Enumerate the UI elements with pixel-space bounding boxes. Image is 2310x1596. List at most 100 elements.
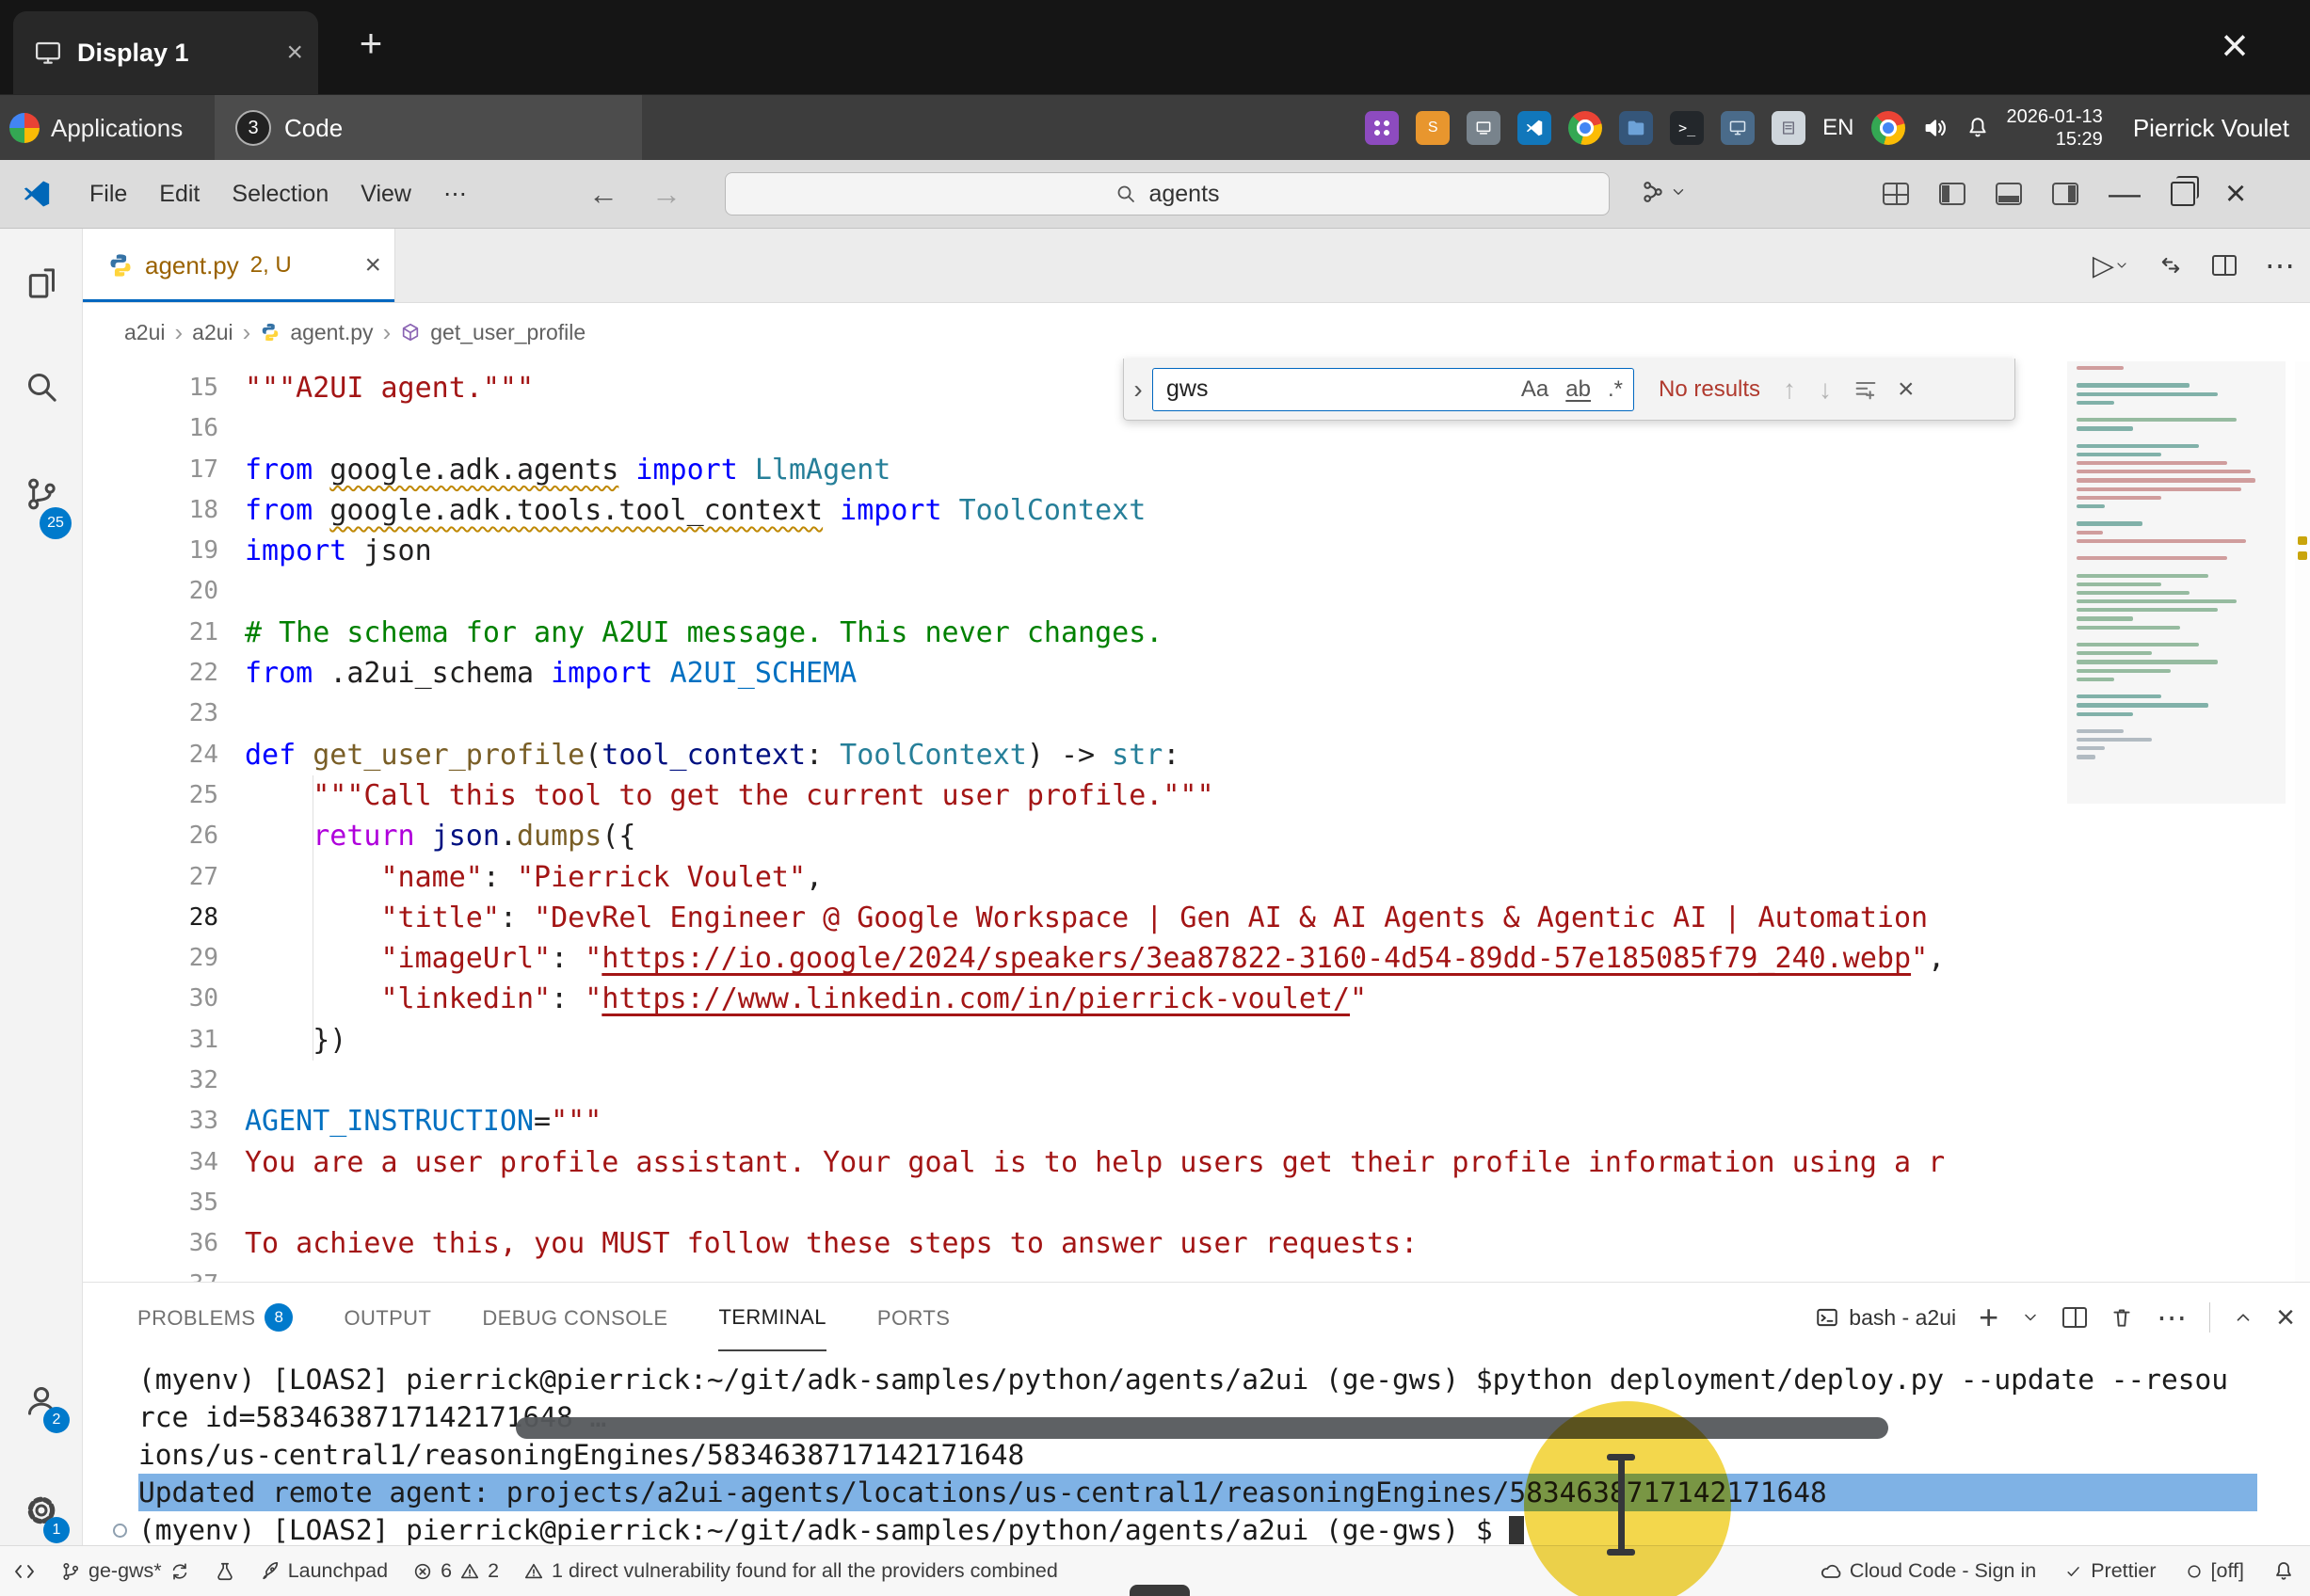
line-number[interactable]: 26 <box>83 816 218 856</box>
toggle-secondary-sidebar-icon[interactable] <box>2052 183 2078 205</box>
vulnerability-status[interactable]: 1 direct vulnerability found for all the… <box>523 1559 1058 1583</box>
find-expand-icon[interactable]: › <box>1124 375 1152 405</box>
maximize-panel-icon[interactable] <box>2233 1307 2254 1328</box>
viewer-close-icon[interactable]: × <box>2208 19 2261 72</box>
terminal-tray-icon[interactable]: >_ <box>1670 111 1704 145</box>
line-number[interactable]: 30 <box>83 979 218 1019</box>
breadcrumb-item[interactable]: a2ui <box>192 320 233 345</box>
find-previous-icon[interactable]: ↑ <box>1783 375 1796 405</box>
keyboard-layout-icon[interactable] <box>1365 111 1399 145</box>
panel-tab-problems[interactable]: PROBLEMS8 <box>137 1285 293 1351</box>
feature-toggle-status[interactable]: [off] <box>2185 1559 2244 1583</box>
minimize-icon[interactable]: — <box>2109 176 2141 213</box>
code-line[interactable]: To achieve this, you MUST follow these s… <box>245 1223 2067 1264</box>
code-line[interactable]: "imageUrl": "https://io.google/2024/spea… <box>245 938 2067 979</box>
line-number[interactable]: 25 <box>83 775 218 816</box>
find-next-icon[interactable]: ↓ <box>1819 375 1832 405</box>
toggle-sidebar-icon[interactable] <box>1939 183 1965 205</box>
display-tray-icon[interactable] <box>1721 111 1755 145</box>
menu-edit[interactable]: Edit <box>143 160 216 228</box>
terminal-line[interactable]: (myenv) [LOAS2] pierrick@pierrick:~/git/… <box>138 1361 2257 1398</box>
find-close-icon[interactable]: × <box>1898 374 1915 406</box>
chrome-icon[interactable] <box>1871 111 1905 145</box>
command-center-search[interactable]: agents <box>725 172 1610 215</box>
cloud-code-status[interactable]: Cloud Code - Sign in <box>1820 1559 2036 1583</box>
remote-indicator-icon[interactable] <box>13 1560 36 1583</box>
code-line[interactable] <box>245 1265 2067 1282</box>
prettier-status[interactable]: Prettier <box>2064 1559 2156 1583</box>
kill-terminal-icon[interactable] <box>2109 1305 2134 1330</box>
menu-selection[interactable]: Selection <box>216 160 345 228</box>
notifications-bell-icon[interactable] <box>2272 1560 2295 1583</box>
line-number[interactable]: 27 <box>83 857 218 898</box>
panel-tab-debug-console[interactable]: DEBUG CONSOLE <box>482 1285 667 1351</box>
customize-layout-icon[interactable] <box>1883 183 1909 205</box>
problems-status[interactable]: 6 2 <box>412 1559 499 1583</box>
clock[interactable]: 2026-01-13 15:29 <box>2007 105 2103 151</box>
folder-tray-icon[interactable] <box>1619 111 1653 145</box>
line-number[interactable]: 23 <box>83 694 218 734</box>
code-line[interactable]: }) <box>245 1020 2067 1061</box>
line-number[interactable]: 21 <box>83 613 218 653</box>
match-case-icon[interactable]: Aa <box>1515 375 1555 405</box>
menu-file[interactable]: File <box>73 160 143 228</box>
workspace-switcher-icon[interactable] <box>1640 179 1687 205</box>
tab-close-icon[interactable]: × <box>364 249 381 281</box>
nav-forward-icon[interactable]: → <box>651 160 682 228</box>
menu-view[interactable]: View <box>345 160 427 228</box>
code-line[interactable]: You are a user profile assistant. Your g… <box>245 1142 2067 1183</box>
explorer-icon[interactable] <box>23 264 60 302</box>
vscode-tray-icon[interactable] <box>1517 111 1551 145</box>
code-line[interactable]: return json.dumps({ <box>245 816 2067 856</box>
system-tray-icon[interactable] <box>1467 111 1500 145</box>
taskbar-bell-icon[interactable] <box>1965 116 1990 140</box>
volume-icon[interactable] <box>1922 115 1949 141</box>
line-number[interactable]: 28 <box>83 898 218 938</box>
code-line[interactable] <box>245 694 2067 734</box>
code-line[interactable]: import json <box>245 531 2067 571</box>
line-number[interactable]: 36 <box>83 1223 218 1264</box>
notes-tray-icon[interactable] <box>1772 111 1805 145</box>
language-indicator[interactable]: EN <box>1822 115 1853 141</box>
panel-more-actions-icon[interactable]: ⋯ <box>2157 1300 2187 1335</box>
code-line[interactable]: def get_user_profile(tool_context: ToolC… <box>245 735 2067 775</box>
code-line[interactable]: from google.adk.agents import LlmAgent <box>245 450 2067 490</box>
display-tab[interactable]: Display 1 × <box>13 11 318 94</box>
breadcrumb-item[interactable]: agent.py <box>290 320 373 345</box>
launchpad-status[interactable]: Launchpad <box>260 1559 388 1583</box>
split-editor-icon[interactable] <box>2212 255 2237 276</box>
code-line[interactable] <box>245 1061 2067 1101</box>
terminal-line[interactable]: (myenv) [LOAS2] pierrick@pierrick:~/git/… <box>138 1511 2257 1545</box>
line-number[interactable]: 35 <box>83 1183 218 1223</box>
line-number[interactable]: 24 <box>83 735 218 775</box>
find-in-selection-icon[interactable] <box>1853 376 1879 403</box>
breadcrumb-item[interactable]: a2ui <box>124 320 165 345</box>
restore-icon[interactable] <box>2171 182 2195 206</box>
search-sidebar-icon[interactable] <box>23 368 60 406</box>
close-panel-icon[interactable]: × <box>2276 1300 2295 1336</box>
line-number[interactable]: 18 <box>83 490 218 531</box>
minimap[interactable] <box>2067 361 2286 1282</box>
run-python-file-button[interactable]: ▷ <box>2093 249 2129 282</box>
line-number[interactable]: 15 <box>83 368 218 408</box>
panel-tab-output[interactable]: OUTPUT <box>344 1285 431 1351</box>
code-line[interactable]: from google.adk.tools.tool_context impor… <box>245 490 2067 531</box>
line-number[interactable]: 33 <box>83 1101 218 1141</box>
chrome-tray-icon[interactable] <box>1568 111 1602 145</box>
line-number[interactable]: 19 <box>83 531 218 571</box>
editor[interactable]: 1516171819202122232425262728293031323334… <box>83 361 2310 1282</box>
line-number[interactable]: 17 <box>83 450 218 490</box>
line-number[interactable]: 29 <box>83 938 218 979</box>
line-number[interactable]: 22 <box>83 653 218 694</box>
code-line[interactable]: AGENT_INSTRUCTION=""" <box>245 1101 2067 1141</box>
split-terminal-icon[interactable] <box>2062 1307 2087 1328</box>
nav-back-icon[interactable]: ← <box>588 160 618 228</box>
lab-flask-icon[interactable] <box>215 1561 235 1582</box>
close-window-icon[interactable]: × <box>2225 174 2246 215</box>
line-number[interactable]: 20 <box>83 571 218 612</box>
code-line[interactable] <box>245 571 2067 612</box>
panel-tab-ports[interactable]: PORTS <box>877 1285 950 1351</box>
menu-more[interactable]: ⋯ <box>427 160 483 228</box>
panel-tab-terminal[interactable]: TERMINAL <box>718 1285 826 1351</box>
terminal-line[interactable]: ions/us-central1/reasoningEngines/583463… <box>138 1436 2257 1474</box>
